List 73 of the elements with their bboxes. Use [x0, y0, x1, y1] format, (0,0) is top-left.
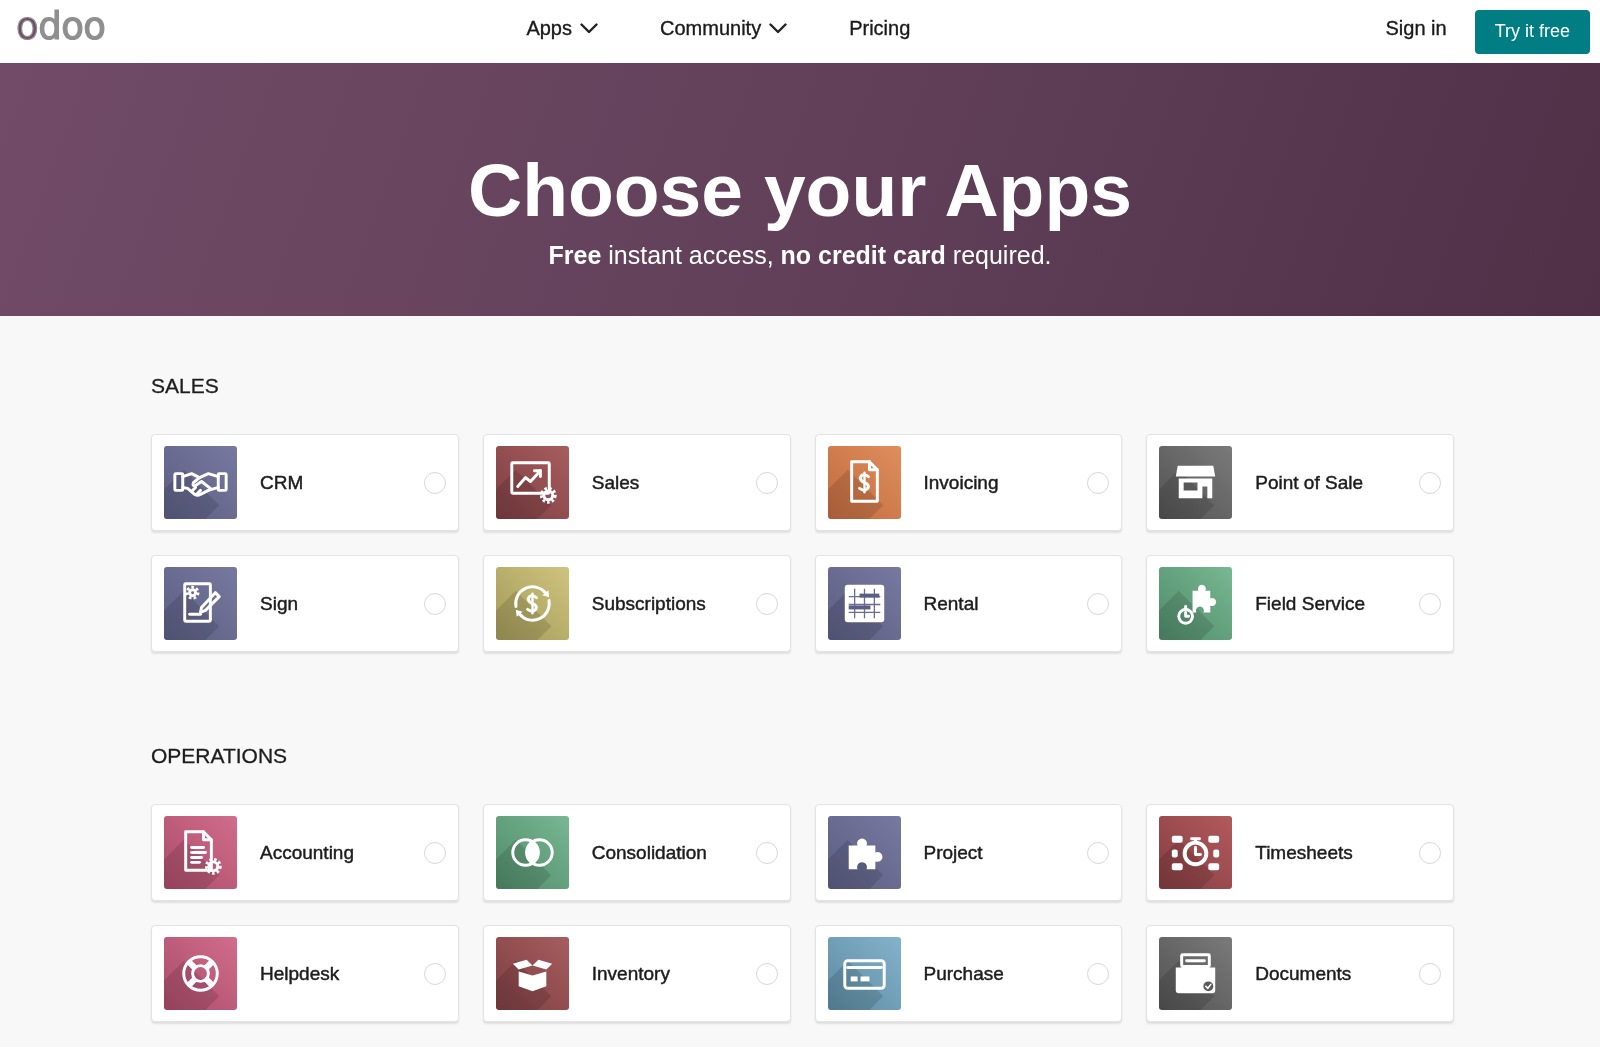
- calendar-grid-icon: [827, 567, 901, 640]
- radio-button[interactable]: [1419, 592, 1441, 615]
- app-card[interactable]: Subscriptions: [482, 555, 791, 652]
- app-name: Accounting: [260, 841, 354, 864]
- app-card[interactable]: CRM: [151, 434, 459, 531]
- puzzle-stopwatch-icon: [1159, 567, 1233, 640]
- app-card[interactable]: Field Service: [1146, 555, 1454, 652]
- app-card[interactable]: Project: [814, 804, 1123, 901]
- stopwatch-icon: [1159, 816, 1233, 889]
- radio-button[interactable]: [423, 962, 446, 985]
- app-card[interactable]: Purchase: [814, 925, 1123, 1022]
- app-card[interactable]: Invoicing: [814, 434, 1123, 531]
- app-card[interactable]: Consolidation: [482, 804, 791, 901]
- radio-button[interactable]: [1419, 841, 1441, 864]
- file-tray-icon: [1159, 937, 1233, 1010]
- overlapping-circles-icon: [495, 816, 569, 889]
- credit-card-icon: [827, 937, 901, 1010]
- app-name: Subscriptions: [591, 592, 706, 615]
- radio-button[interactable]: [423, 592, 446, 615]
- radio-button[interactable]: [423, 841, 446, 864]
- document-gear-icon: [164, 816, 237, 889]
- hero-title: Choose your Apps: [468, 150, 1132, 230]
- section-heading: OPERATIONS: [151, 744, 288, 768]
- radio-button[interactable]: [755, 592, 778, 615]
- app-name: Rental: [923, 592, 979, 615]
- radio-button[interactable]: [1087, 841, 1110, 864]
- dollar-cycle-icon: [495, 567, 569, 640]
- radio-button[interactable]: [1419, 471, 1441, 494]
- app-card[interactable]: Sales: [482, 434, 791, 531]
- app-card[interactable]: Rental: [814, 555, 1123, 652]
- app-name: Documents: [1255, 962, 1352, 985]
- app-name: Inventory: [591, 962, 670, 985]
- app-card[interactable]: Helpdesk: [151, 925, 459, 1022]
- nav-link[interactable]: Community: [660, 17, 788, 40]
- app-name: Sign: [260, 592, 299, 615]
- app-card[interactable]: Documents: [1146, 925, 1454, 1022]
- app-name: Consolidation: [591, 841, 707, 864]
- store-icon: [1159, 446, 1233, 519]
- radio-button[interactable]: [1087, 962, 1110, 985]
- app-name: CRM: [260, 471, 304, 494]
- radio-button[interactable]: [755, 841, 778, 864]
- app-card[interactable]: Inventory: [482, 925, 791, 1022]
- app-name: Purchase: [923, 962, 1004, 985]
- signed-document-icon: [164, 567, 237, 640]
- app-name: Invoicing: [923, 471, 999, 494]
- invoice-icon: [827, 446, 901, 519]
- section-heading: SALES: [151, 374, 219, 398]
- nav-link[interactable]: Apps: [526, 17, 598, 40]
- sign-in-link[interactable]: Sign in: [1385, 17, 1447, 40]
- radio-button[interactable]: [1419, 962, 1441, 985]
- app-name: Timesheets: [1255, 841, 1353, 864]
- app-card[interactable]: Timesheets: [1146, 804, 1454, 901]
- app-card[interactable]: Sign: [151, 555, 459, 652]
- app-card[interactable]: Accounting: [151, 804, 459, 901]
- radio-button[interactable]: [423, 471, 446, 494]
- open-box-icon: [495, 937, 569, 1010]
- radio-button[interactable]: [1087, 471, 1110, 494]
- radio-button[interactable]: [1087, 592, 1110, 615]
- puzzle-icon: [827, 816, 901, 889]
- chart-gear-icon: [495, 446, 569, 519]
- app-name: Field Service: [1255, 592, 1366, 615]
- app-name: Sales: [591, 471, 640, 494]
- app-name: Project: [923, 841, 983, 864]
- handshake-icon: [164, 446, 237, 519]
- radio-button[interactable]: [755, 471, 778, 494]
- hero-subtitle: Free instant access, no credit card required.: [548, 240, 1052, 271]
- app-name: Helpdesk: [260, 962, 340, 985]
- app-card[interactable]: Point of Sale: [1146, 434, 1454, 531]
- try-it-free-button[interactable]: Try it free: [1474, 9, 1590, 54]
- app-name: Point of Sale: [1255, 471, 1363, 494]
- radio-button[interactable]: [755, 962, 778, 985]
- nav-link[interactable]: Pricing: [849, 17, 911, 40]
- lifebuoy-icon: [164, 937, 237, 1010]
